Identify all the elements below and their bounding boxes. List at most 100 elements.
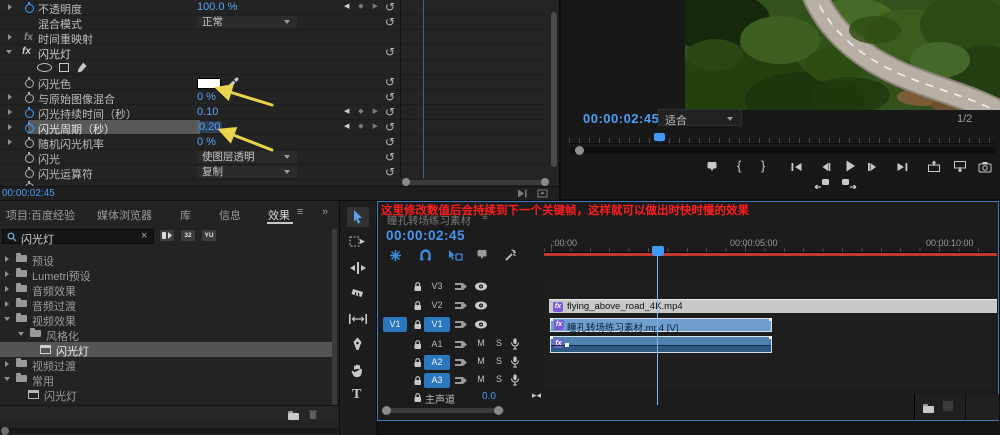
solo-button[interactable]: S [493,337,505,349]
tree-item-strobe-light-common[interactable]: 闪光灯 [0,387,333,402]
trim-handle[interactable] [550,336,553,339]
tree-item-video-transitions[interactable]: 视频过渡 [0,357,333,372]
zoom-handle-right[interactable] [494,406,503,415]
selection-tool[interactable] [347,207,369,227]
row-strobe-period[interactable]: 闪光周期（秒） 0.20 ◀ ◆ ▶ ↺ [0,120,400,135]
track-name-button[interactable]: V2 [424,298,450,313]
nest-sequence-toggle[interactable] [389,249,402,262]
solo-button[interactable]: S [493,373,505,385]
timeline-timecode[interactable]: 00:00:02:45 [386,228,465,243]
tree-item-common[interactable]: 常用 [0,372,333,387]
add-marker-button[interactable] [476,249,488,261]
tree-item-presets[interactable]: 预设 [0,252,333,267]
reset-icon[interactable]: ↺ [385,45,395,59]
sync-lock-icon[interactable] [454,376,468,385]
linked-selection-toggle[interactable] [448,249,463,262]
row-strobe-duration[interactable]: 闪光持续时间（秒） 0.10 ◀ ◆ ▶ ↺ [0,105,400,120]
row-effect-strobe[interactable]: fx 闪光灯 ↺ [0,45,400,60]
operator-dropdown[interactable]: 复制 [197,166,297,178]
track-output-eye-icon[interactable] [474,320,488,329]
reset-icon[interactable]: ↺ [385,0,395,14]
track-lane-v3[interactable] [544,278,997,295]
add-keyframe-icon[interactable]: ◆ [358,2,363,10]
scrollbar-handle-right[interactable] [541,178,549,186]
twirl-icon[interactable] [8,139,12,145]
accelerated-effects-badge[interactable] [160,230,174,241]
step-forward-button[interactable] [867,161,879,173]
vertical-scrollbar[interactable] [551,12,557,167]
stopwatch-icon[interactable] [25,79,34,88]
track-name-button[interactable]: V1 [424,317,450,332]
tab-media-browser[interactable]: 媒体浏览器 [97,207,152,223]
footer-timecode[interactable]: 00:00:02:45 [2,188,55,199]
sync-lock-icon[interactable] [454,340,468,349]
play-around-icon[interactable] [516,189,528,198]
twirl-icon[interactable] [6,50,12,54]
program-timecode[interactable]: 00:00:02:45 [583,111,659,126]
sync-lock-icon[interactable] [454,358,468,367]
go-to-prev-marker-button[interactable] [814,179,830,189]
project-hscrollbar[interactable] [0,428,339,434]
slip-tool[interactable] [348,313,368,325]
lock-icon[interactable] [412,300,423,311]
twirl-icon[interactable] [8,124,12,130]
playhead-head[interactable] [652,246,664,256]
source-patch-v1[interactable]: V1 [383,317,407,332]
solo-button[interactable]: S [493,355,505,367]
lift-button[interactable] [927,160,941,173]
track-select-forward-tool[interactable] [349,235,367,249]
playhead-line[interactable] [657,255,658,405]
keyframe-nav[interactable]: ◀ ◆ ▶ [344,2,378,10]
clip-pupil-transition-video[interactable]: fx 瞳孔转场练习素材.mp4 [V] [550,318,772,332]
stopwatch-icon[interactable] [25,139,34,148]
row-blend-original[interactable]: 与原始图像混合 0 % ↺ [0,90,400,105]
lock-icon[interactable] [412,281,423,292]
master-knob-icon[interactable]: ▸◂ [532,390,541,401]
twirl-icon[interactable] [8,4,12,10]
prev-keyframe-icon[interactable]: ◀ [344,2,349,10]
horizontal-scrollbar[interactable] [403,180,548,185]
monitor-scrollbar[interactable] [569,147,996,154]
audio-keyframe[interactable] [565,343,569,347]
razor-tool[interactable] [349,287,366,302]
pen-mask-icon[interactable] [77,62,88,73]
trim-handle[interactable] [550,318,553,321]
stopwatch-icon[interactable] [25,109,34,118]
property-value[interactable]: 0 % [197,91,216,103]
stopwatch-icon[interactable] [25,94,34,103]
volume-rubber-band[interactable] [551,345,771,346]
bin-box-icon[interactable] [943,401,953,411]
step-back-button[interactable] [819,161,831,173]
eyedropper-icon[interactable] [228,77,239,88]
tab-libraries[interactable]: 库 [180,207,191,223]
timeline-settings-wrench-icon[interactable] [504,249,518,262]
clip-flying-above-road[interactable]: fx flying_above_road_4K.mp4 [549,299,997,313]
pen-tool[interactable] [351,337,364,352]
extract-button[interactable] [953,160,967,173]
playback-resolution[interactable]: 1/2 [957,113,972,125]
track-name-button[interactable]: A3 [424,373,450,388]
tree-item-audio-transitions[interactable]: 音频过渡 [0,297,333,312]
add-keyframe-icon[interactable]: ◆ [358,122,363,130]
scrollbar-handle-left[interactable] [402,178,410,186]
sync-lock-icon[interactable] [454,301,468,310]
color-swatch[interactable] [197,78,221,89]
track-name-button[interactable]: A1 [424,337,450,352]
go-to-out-button[interactable] [896,161,909,173]
mark-in-button[interactable]: { [737,158,741,173]
go-to-in-button[interactable] [790,161,803,173]
new-bin-icon[interactable] [288,413,299,420]
tab-info[interactable]: 信息 [219,207,241,223]
trim-handle[interactable] [769,336,772,339]
stopwatch-icon[interactable] [25,154,34,163]
lane-playhead-line[interactable] [423,0,424,178]
yuv-badge[interactable]: YU [202,230,216,241]
tree-item-stylize[interactable]: 风格化 [0,327,333,342]
more-tabs-icon[interactable]: » [322,206,328,218]
panel-menu-icon[interactable]: ≡ [297,206,303,218]
property-value[interactable]: 0.10 [197,106,218,118]
property-value[interactable]: 0.20 [197,121,222,133]
reset-icon[interactable]: ↺ [385,105,395,119]
lock-icon[interactable] [412,375,423,386]
next-keyframe-icon[interactable]: ▶ [373,122,378,130]
